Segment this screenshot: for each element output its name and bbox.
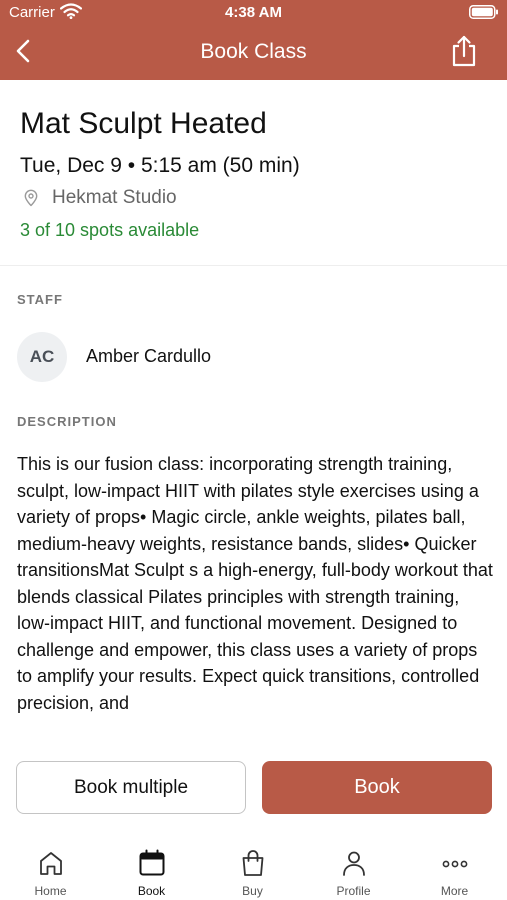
book-multiple-button[interactable]: Book multiple xyxy=(16,761,246,814)
location-name[interactable]: Hekmat Studio xyxy=(52,187,177,209)
page-title: Book Class xyxy=(200,40,307,63)
person-icon xyxy=(343,851,365,876)
tab-label: Buy xyxy=(242,884,263,898)
calendar-icon xyxy=(139,849,165,876)
status-time: 4:38 AM xyxy=(225,4,282,21)
description-section-label: DESCRIPTION xyxy=(17,414,117,429)
description-text: This is our fusion class: incorporating … xyxy=(17,454,493,713)
spots-available: 3 of 10 spots available xyxy=(20,220,200,240)
class-title: Mat Sculpt Heated xyxy=(20,107,267,140)
more-dots-icon xyxy=(442,860,468,868)
tab-home[interactable]: Home xyxy=(0,836,101,900)
tab-profile[interactable]: Profile xyxy=(303,836,404,900)
tab-book[interactable]: Book xyxy=(101,836,202,900)
home-icon xyxy=(40,852,62,875)
tab-label: Book xyxy=(137,884,166,898)
tab-label: More xyxy=(440,884,469,898)
shopping-bag-icon xyxy=(242,850,264,876)
tab-label: Home xyxy=(34,884,67,898)
status-bar: Carrier 4:38 AM xyxy=(0,0,507,26)
tab-more[interactable]: More xyxy=(404,836,505,900)
class-info: Mat Sculpt Heated Tue, Dec 9 • 5:15 am (… xyxy=(0,80,507,266)
location-pin-icon xyxy=(24,189,38,207)
staff-section-label: STAFF xyxy=(17,292,63,307)
avatar[interactable]: AC xyxy=(17,332,67,382)
tab-buy[interactable]: Buy xyxy=(202,836,303,900)
tab-bar: Home Book Buy Profile More xyxy=(0,836,507,900)
nav-bar: Book Class xyxy=(0,26,507,80)
class-datetime: Tue, Dec 9 • 5:15 am (50 min) xyxy=(20,154,300,177)
book-button[interactable]: Book xyxy=(262,761,492,814)
header: Carrier 4:38 AM Book Class xyxy=(0,0,507,80)
tab-label: Profile xyxy=(336,884,371,898)
staff-name[interactable]: Amber Cardullo xyxy=(86,346,211,367)
battery-icon xyxy=(469,5,499,23)
share-icon xyxy=(452,35,476,67)
share-button[interactable] xyxy=(449,34,479,68)
